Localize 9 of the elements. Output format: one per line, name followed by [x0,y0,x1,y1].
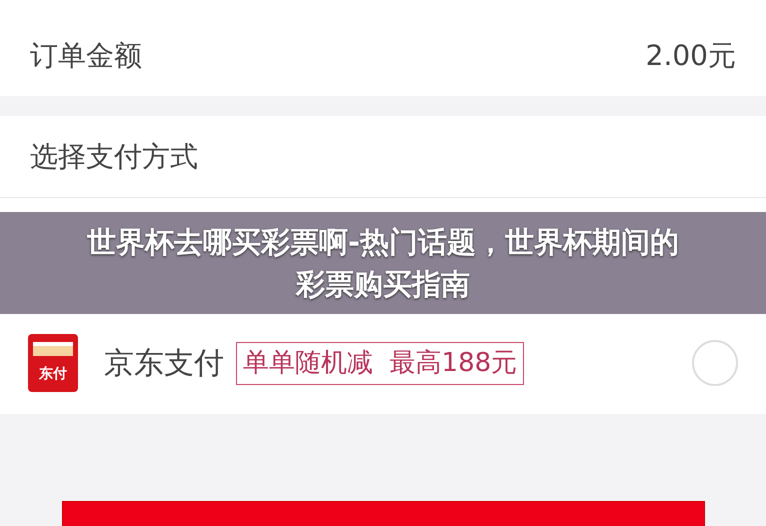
order-amount-label: 订单金额 [30,38,142,74]
order-amount: 2.00元 [646,38,736,74]
promo-tag: 单单随机减 最高188元 [236,342,524,384]
caption-text: 世界杯去哪买彩票啊-热门话题，世界杯期间的彩票购买指南 [86,224,680,303]
payment-method-name: 京东支付 [104,344,224,382]
pay-button[interactable] [62,501,705,526]
radio-button[interactable] [692,340,738,386]
card-icon: 东付 [28,334,78,392]
section-title: 选择支付方式 [30,138,198,174]
